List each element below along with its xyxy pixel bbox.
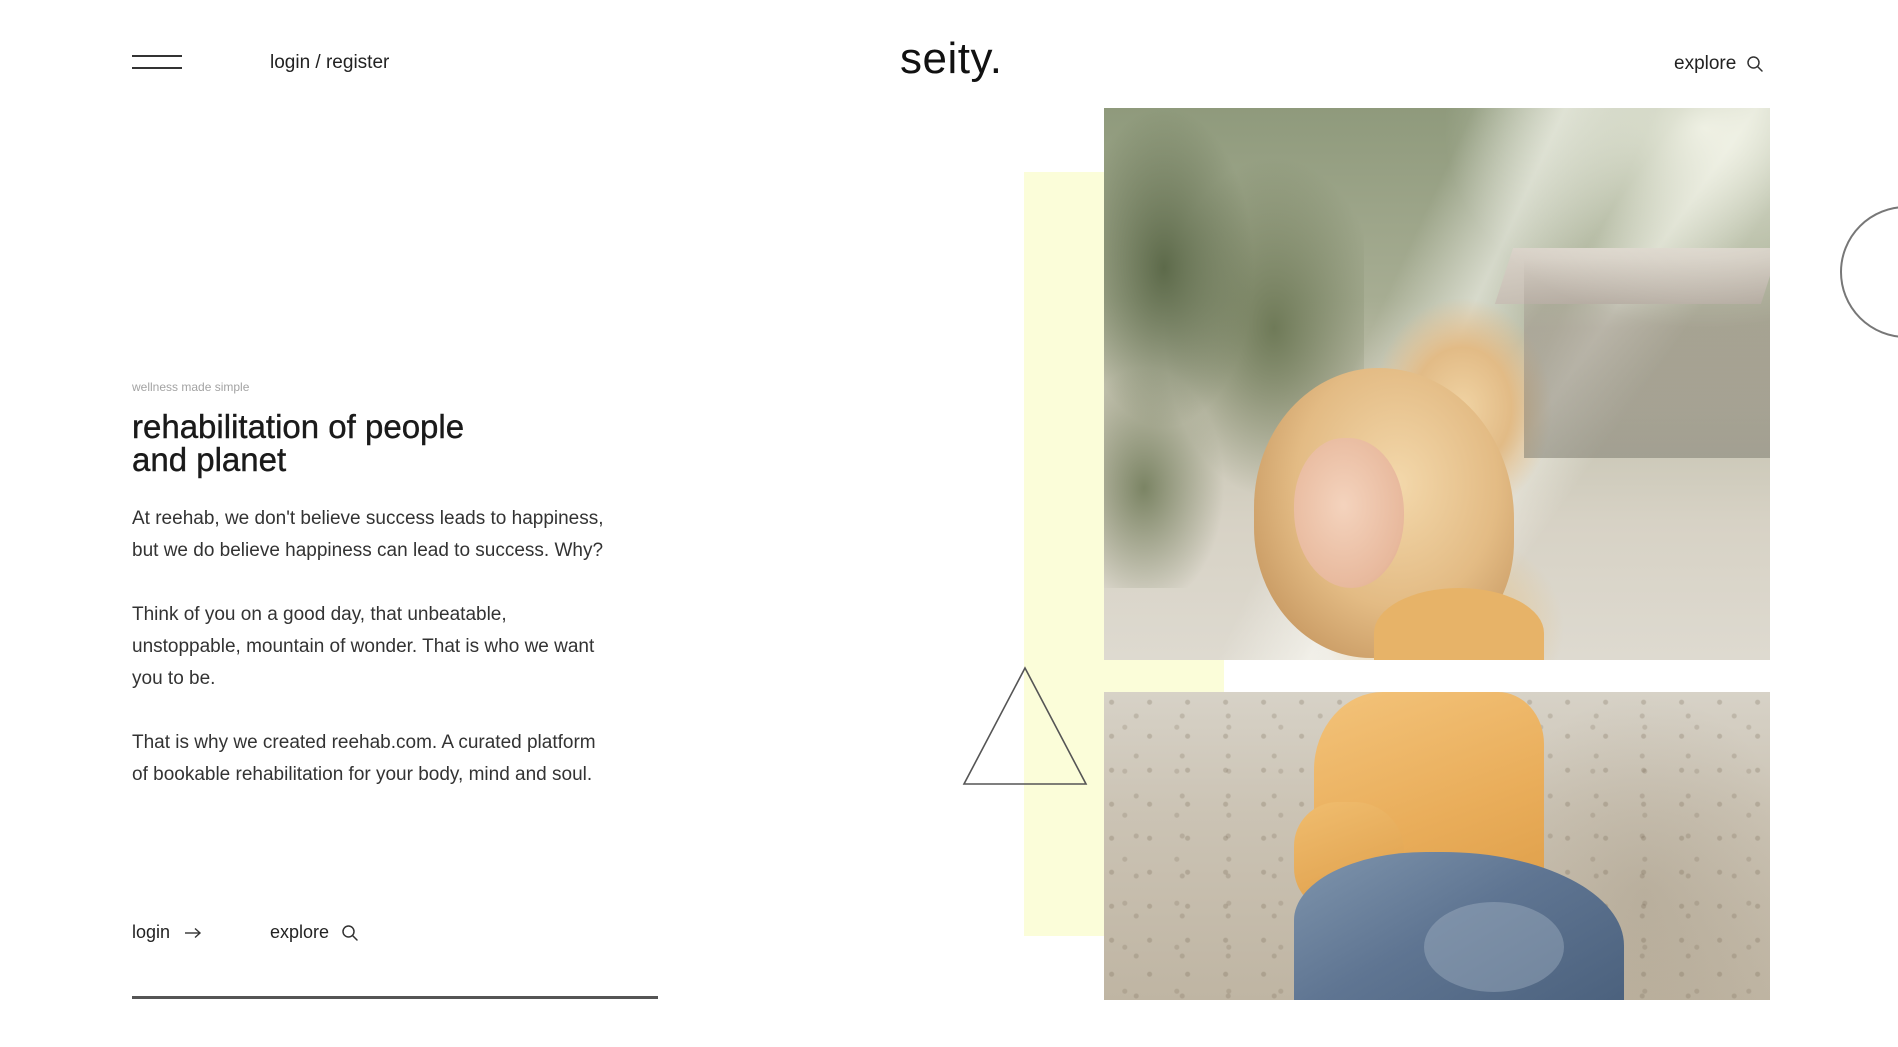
hero-photo-yellow-shirt (1104, 692, 1770, 1000)
photo-woman-face (1294, 438, 1404, 588)
hero-headline: rehabilitation of people and planet (132, 410, 632, 476)
headline-line-2: and planet (132, 441, 287, 478)
search-icon (1746, 55, 1764, 73)
decorative-yellow-block (1024, 172, 1104, 936)
hero-body-copy: At reehab, we don't believe success lead… (132, 503, 612, 823)
explore-button[interactable]: explore (270, 922, 359, 943)
photo-sunlight (1404, 108, 1770, 408)
menu-line (132, 67, 182, 69)
logo[interactable]: seity. (900, 34, 1002, 84)
eyebrow-text: wellness made simple (132, 380, 250, 394)
paragraph: Think of you on a good day, that unbeata… (132, 604, 595, 689)
hero-photo-woman-laughing (1104, 108, 1770, 660)
divider-line (132, 996, 658, 999)
paragraph: At reehab, we don't believe success lead… (132, 508, 604, 561)
paragraph: That is why we created reehab.com. A cur… (132, 732, 596, 785)
arrow-right-icon (184, 927, 202, 939)
explore-button-label: explore (270, 922, 330, 942)
explore-nav-label: explore (1674, 53, 1737, 74)
login-button[interactable]: login (132, 922, 202, 943)
decorative-triangle-icon (962, 666, 1088, 785)
explore-nav-link[interactable]: explore (1674, 53, 1764, 75)
photo-jacket-highlight (1424, 902, 1564, 992)
decorative-circle-icon (1840, 206, 1898, 338)
decorative-yellow-block (1104, 660, 1224, 692)
login-button-label: login (132, 922, 171, 942)
login-register-link[interactable]: login / register (270, 52, 389, 74)
search-icon (341, 924, 359, 942)
menu-line (132, 55, 182, 57)
hamburger-menu-icon[interactable] (132, 52, 182, 74)
headline-line-1: rehabilitation of people (132, 408, 465, 445)
